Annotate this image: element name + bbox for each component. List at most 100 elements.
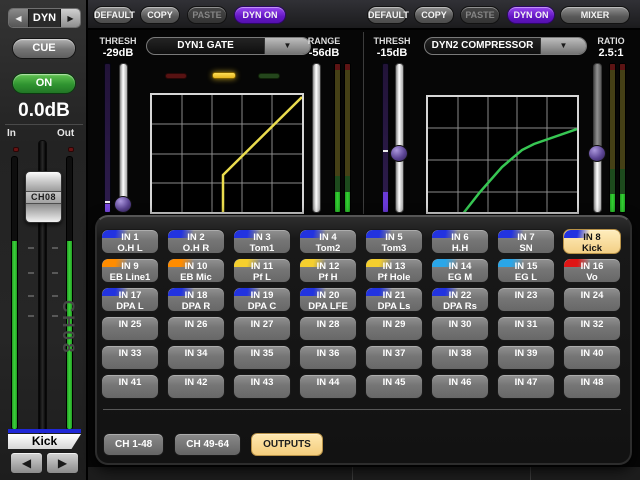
nav-next-icon[interactable]: ▶	[60, 9, 80, 27]
channel-button-in-8[interactable]: IN 8Kick	[563, 229, 621, 254]
channel-button-in-48[interactable]: IN 48	[563, 374, 621, 399]
channel-button-in-43[interactable]: IN 43	[233, 374, 291, 399]
channel-button-in-22[interactable]: IN 22DPA Rs	[431, 287, 489, 312]
channel-button-in-38[interactable]: IN 38	[431, 345, 489, 370]
channel-button-in-32[interactable]: IN 32	[563, 316, 621, 341]
channel-button-in-21[interactable]: IN 21DPA Ls	[365, 287, 423, 312]
channel-button-in-11[interactable]: IN 11Pf L	[233, 258, 291, 283]
channel-button-in-44[interactable]: IN 44	[299, 374, 357, 399]
channel-button-in-18[interactable]: IN 18DPA R	[167, 287, 225, 312]
channel-button-in-34[interactable]: IN 34	[167, 345, 225, 370]
tab-outputs[interactable]: OUTPUTS	[251, 433, 323, 456]
tab-ch-1-48[interactable]: CH 1-48	[103, 433, 164, 456]
channel-id: IN 41	[102, 377, 158, 388]
channel-button-in-1[interactable]: IN 1O.H L	[101, 229, 159, 254]
dyn1-thresh-label: THRESH	[94, 36, 142, 46]
channel-id: IN 42	[168, 377, 224, 388]
comp-thresh-slider[interactable]	[395, 63, 404, 213]
mixer-button[interactable]: MIXER	[560, 6, 630, 24]
dyn2-type-label: DYN2 COMPRESSOR	[425, 38, 540, 54]
channel-label: O.H R	[168, 243, 224, 254]
channel-label	[564, 359, 620, 370]
channel-label: DPA Rs	[432, 301, 488, 312]
dyn1-copy-button[interactable]: COPY	[140, 6, 180, 24]
dyn2-on-toggle[interactable]: DYN ON	[507, 6, 555, 24]
dyn-toolbar: DEFAULT COPY PASTE DYN ON DEFAULT COPY P…	[88, 0, 640, 30]
dyn1-paste-button[interactable]: PASTE	[187, 6, 227, 24]
channel-button-in-39[interactable]: IN 39	[497, 345, 555, 370]
channel-button-in-29[interactable]: IN 29	[365, 316, 423, 341]
channel-button-in-46[interactable]: IN 46	[431, 374, 489, 399]
gr-clip-segment	[345, 64, 350, 70]
comp-thresh-tick	[383, 150, 388, 152]
channel-label	[366, 359, 422, 370]
channel-button-in-5[interactable]: IN 5Tom3	[365, 229, 423, 254]
channel-button-in-26[interactable]: IN 26	[167, 316, 225, 341]
channel-button-in-36[interactable]: IN 36	[299, 345, 357, 370]
channel-button-in-15[interactable]: IN 15EG L	[497, 258, 555, 283]
gate-range-slider[interactable]	[312, 63, 321, 213]
channel-button-in-13[interactable]: IN 13Pf Hole	[365, 258, 423, 283]
channel-label: DPA R	[168, 301, 224, 312]
channel-button-in-24[interactable]: IN 24	[563, 287, 621, 312]
channel-button-in-30[interactable]: IN 30	[431, 316, 489, 341]
channel-button-in-2[interactable]: IN 2O.H R	[167, 229, 225, 254]
channel-button-in-16[interactable]: IN 16Vo	[563, 258, 621, 283]
dyn2-default-button[interactable]: DEFAULT	[367, 6, 407, 24]
chevron-down-icon[interactable]: ▼	[540, 38, 586, 54]
dyn2-paste-button[interactable]: PASTE	[460, 6, 500, 24]
comp-thresh-knob[interactable]	[390, 145, 408, 162]
dyn1-type-dropdown[interactable]: DYN1 GATE ▼	[146, 37, 311, 55]
channel-button-in-14[interactable]: IN 14EG M	[431, 258, 489, 283]
channel-button-in-47[interactable]: IN 47	[497, 374, 555, 399]
dyn2-type-dropdown[interactable]: DYN2 COMPRESSOR ▼	[424, 37, 587, 55]
cue-button[interactable]: CUE	[12, 38, 76, 59]
dyn1-on-toggle[interactable]: DYN ON	[234, 6, 286, 24]
dyn2-ratio-label: RATIO	[588, 36, 634, 46]
nav-prev-icon[interactable]: ◀	[9, 9, 29, 27]
comp-ratio-slider-upper[interactable]	[593, 63, 602, 151]
channel-label: Vo	[564, 272, 620, 283]
channel-button-in-35[interactable]: IN 35	[233, 345, 291, 370]
gate-thresh-knob[interactable]	[114, 196, 132, 213]
channel-button-in-6[interactable]: IN 6H.H	[431, 229, 489, 254]
prev-channel-button[interactable]: ◀	[10, 452, 43, 474]
tab-ch-49-64[interactable]: CH 49-64	[174, 433, 241, 456]
channel-on-button[interactable]: ON	[12, 73, 76, 94]
dyn2-copy-button[interactable]: COPY	[414, 6, 454, 24]
gate-thresh-slider[interactable]	[119, 63, 128, 213]
gate-keyin-meter	[104, 63, 111, 213]
channel-name-tag[interactable]: Kick	[8, 434, 81, 449]
channel-button-in-23[interactable]: IN 23	[497, 287, 555, 312]
channel-button-in-12[interactable]: IN 12Pf H	[299, 258, 357, 283]
channel-button-in-41[interactable]: IN 41	[101, 374, 159, 399]
channel-button-in-7[interactable]: IN 7SN	[497, 229, 555, 254]
channel-button-in-3[interactable]: IN 3Tom1	[233, 229, 291, 254]
comp-ratio-knob[interactable]	[588, 145, 606, 162]
channel-fader-handle[interactable]: CH08	[25, 171, 62, 223]
dyn1-default-button[interactable]: DEFAULT	[93, 6, 133, 24]
channel-button-in-37[interactable]: IN 37	[365, 345, 423, 370]
channel-button-in-20[interactable]: IN 20DPA LFE	[299, 287, 357, 312]
channel-button-in-28[interactable]: IN 28	[299, 316, 357, 341]
channel-button-in-10[interactable]: IN 10EB Mic	[167, 258, 225, 283]
channel-button-in-45[interactable]: IN 45	[365, 374, 423, 399]
next-channel-button[interactable]: ▶	[46, 452, 79, 474]
channel-button-in-9[interactable]: IN 9EB Line1	[101, 258, 159, 283]
channel-button-in-25[interactable]: IN 25	[101, 316, 159, 341]
channel-id: IN 12	[300, 261, 356, 272]
channel-label	[432, 330, 488, 341]
channel-label	[234, 359, 290, 370]
channel-id: IN 11	[234, 261, 290, 272]
channel-label	[168, 359, 224, 370]
channel-button-in-33[interactable]: IN 33	[101, 345, 159, 370]
channel-button-in-27[interactable]: IN 27	[233, 316, 291, 341]
channel-button-in-19[interactable]: IN 19DPA C	[233, 287, 291, 312]
channel-button-in-17[interactable]: IN 17DPA L	[101, 287, 159, 312]
channel-button-in-31[interactable]: IN 31	[497, 316, 555, 341]
channel-label	[498, 388, 554, 399]
channel-label: EG L	[498, 272, 554, 283]
channel-button-in-42[interactable]: IN 42	[167, 374, 225, 399]
channel-button-in-40[interactable]: IN 40	[563, 345, 621, 370]
channel-button-in-4[interactable]: IN 4Tom2	[299, 229, 357, 254]
